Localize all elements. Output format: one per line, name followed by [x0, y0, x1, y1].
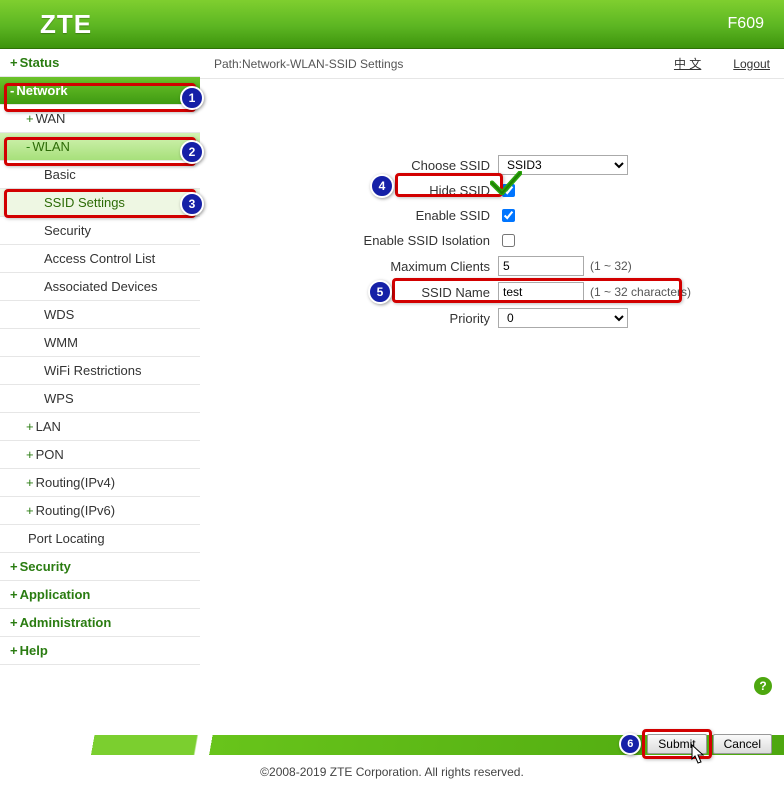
row-choose-ssid: Choose SSID SSID3	[220, 155, 764, 175]
sidebar-item-basic[interactable]: Basic	[0, 161, 200, 189]
row-hide-ssid: Hide SSID	[220, 181, 764, 200]
sidebar-item-access-control-list[interactable]: Access Control List	[0, 245, 200, 273]
priority-label: Priority	[220, 311, 498, 326]
expand-icon: +	[26, 419, 34, 434]
sidebar-item-label: Routing(IPv6)	[36, 503, 115, 518]
choose-ssid-label: Choose SSID	[220, 158, 498, 173]
pathbar: Path:Network-WLAN-SSID Settings 中 文 Logo…	[200, 49, 784, 79]
collapse-icon: -	[26, 139, 30, 154]
sidebar-item-label: SSID Settings	[44, 195, 125, 210]
footer: 6 Submit Cancel ©2008-2019 ZTE Corporati…	[0, 695, 784, 795]
expand-icon: +	[10, 55, 18, 70]
sidebar-item-status[interactable]: +Status	[0, 49, 200, 77]
max-clients-input[interactable]	[498, 256, 584, 276]
logo: ZTE	[40, 9, 92, 40]
sidebar-item-label: PON	[36, 447, 64, 462]
submit-button[interactable]: Submit	[647, 734, 706, 754]
expand-icon: +	[26, 111, 34, 126]
language-link[interactable]: 中 文	[674, 55, 701, 72]
row-ssid-name: SSID Name (1 ~ 32 characters)	[220, 282, 764, 302]
enable-isolation-checkbox[interactable]	[502, 234, 515, 247]
sidebar-item-wmm[interactable]: WMM	[0, 329, 200, 357]
hide-ssid-label: Hide SSID	[220, 183, 498, 198]
sidebar-item-administration[interactable]: +Administration	[0, 609, 200, 637]
ssid-name-label: SSID Name	[220, 285, 498, 300]
logout-link[interactable]: Logout	[733, 57, 770, 71]
row-max-clients: Maximum Clients (1 ~ 32)	[220, 256, 764, 276]
choose-ssid-select[interactable]: SSID3	[498, 155, 628, 175]
main: Path:Network-WLAN-SSID Settings 中 文 Logo…	[200, 49, 784, 665]
collapse-icon: -	[10, 83, 14, 98]
sidebar-item-label: WiFi Restrictions	[44, 363, 142, 378]
sidebar-item-label: Routing(IPv4)	[36, 475, 115, 490]
sidebar-item-ssid-settings[interactable]: SSID Settings	[0, 189, 200, 217]
row-priority: Priority 0	[220, 308, 764, 328]
sidebar-item-label: Application	[20, 587, 91, 602]
sidebar-item-label: Basic	[44, 167, 76, 182]
sidebar-item-security[interactable]: Security	[0, 217, 200, 245]
sidebar-item-label: Network	[16, 83, 67, 98]
row-enable-isolation: Enable SSID Isolation	[220, 231, 764, 250]
layout: +Status-Network+WAN-WLANBasicSSID Settin…	[0, 49, 784, 665]
sidebar-item-security[interactable]: +Security	[0, 553, 200, 581]
expand-icon: +	[10, 615, 18, 630]
copyright: ©2008-2019 ZTE Corporation. All rights r…	[0, 755, 784, 795]
expand-icon: +	[10, 587, 18, 602]
sidebar-item-label: Security	[20, 559, 71, 574]
breadcrumb: Path:Network-WLAN-SSID Settings	[214, 57, 642, 71]
sidebar-item-wps[interactable]: WPS	[0, 385, 200, 413]
sidebar-item-label: Administration	[20, 615, 112, 630]
content-area: Choose SSID SSID3 Hide SSID Enable SSID …	[200, 79, 784, 665]
sidebar-item-label: WAN	[36, 111, 66, 126]
sidebar-item-routing-ipv6-[interactable]: +Routing(IPv6)	[0, 497, 200, 525]
sidebar-item-pon[interactable]: +PON	[0, 441, 200, 469]
sidebar-item-wds[interactable]: WDS	[0, 301, 200, 329]
row-enable-ssid: Enable SSID	[220, 206, 764, 225]
sidebar: +Status-Network+WAN-WLANBasicSSID Settin…	[0, 49, 200, 665]
annotation-badge-6: 6	[619, 733, 641, 755]
sidebar-item-label: WDS	[44, 307, 74, 322]
sidebar-item-label: Status	[20, 55, 60, 70]
max-clients-label: Maximum Clients	[220, 259, 498, 274]
model-label: F609	[728, 15, 764, 33]
sidebar-item-lan[interactable]: +LAN	[0, 413, 200, 441]
expand-icon: +	[10, 643, 18, 658]
sidebar-item-wifi-restrictions[interactable]: WiFi Restrictions	[0, 357, 200, 385]
footer-bar: 6 Submit Cancel	[0, 735, 784, 755]
ssid-name-input[interactable]	[498, 282, 584, 302]
sidebar-item-label: WLAN	[32, 139, 70, 154]
expand-icon: +	[26, 475, 34, 490]
expand-icon: +	[26, 447, 34, 462]
sidebar-item-network[interactable]: -Network	[0, 77, 200, 105]
sidebar-item-routing-ipv4-[interactable]: +Routing(IPv4)	[0, 469, 200, 497]
sidebar-item-label: LAN	[36, 419, 61, 434]
app-header: ZTE F609	[0, 0, 784, 49]
sidebar-item-label: Security	[44, 223, 91, 238]
enable-isolation-label: Enable SSID Isolation	[220, 233, 498, 248]
sidebar-item-application[interactable]: +Application	[0, 581, 200, 609]
sidebar-item-label: Help	[20, 643, 48, 658]
help-icon[interactable]: ?	[754, 677, 772, 695]
expand-icon: +	[10, 559, 18, 574]
sidebar-item-associated-devices[interactable]: Associated Devices	[0, 273, 200, 301]
sidebar-item-label: Port Locating	[28, 531, 105, 546]
enable-ssid-checkbox[interactable]	[502, 209, 515, 222]
max-clients-hint: (1 ~ 32)	[590, 259, 632, 273]
sidebar-item-wan[interactable]: +WAN	[0, 105, 200, 133]
sidebar-item-label: WMM	[44, 335, 78, 350]
sidebar-item-wlan[interactable]: -WLAN	[0, 133, 200, 161]
ssid-name-hint: (1 ~ 32 characters)	[590, 285, 691, 299]
sidebar-item-label: Associated Devices	[44, 279, 157, 294]
sidebar-item-label: Access Control List	[44, 251, 155, 266]
enable-ssid-label: Enable SSID	[220, 208, 498, 223]
priority-select[interactable]: 0	[498, 308, 628, 328]
sidebar-item-help[interactable]: +Help	[0, 637, 200, 665]
hide-ssid-checkbox[interactable]	[502, 184, 515, 197]
sidebar-item-label: WPS	[44, 391, 74, 406]
cancel-button[interactable]: Cancel	[713, 734, 772, 754]
expand-icon: +	[26, 503, 34, 518]
sidebar-item-port-locating[interactable]: Port Locating	[0, 525, 200, 553]
